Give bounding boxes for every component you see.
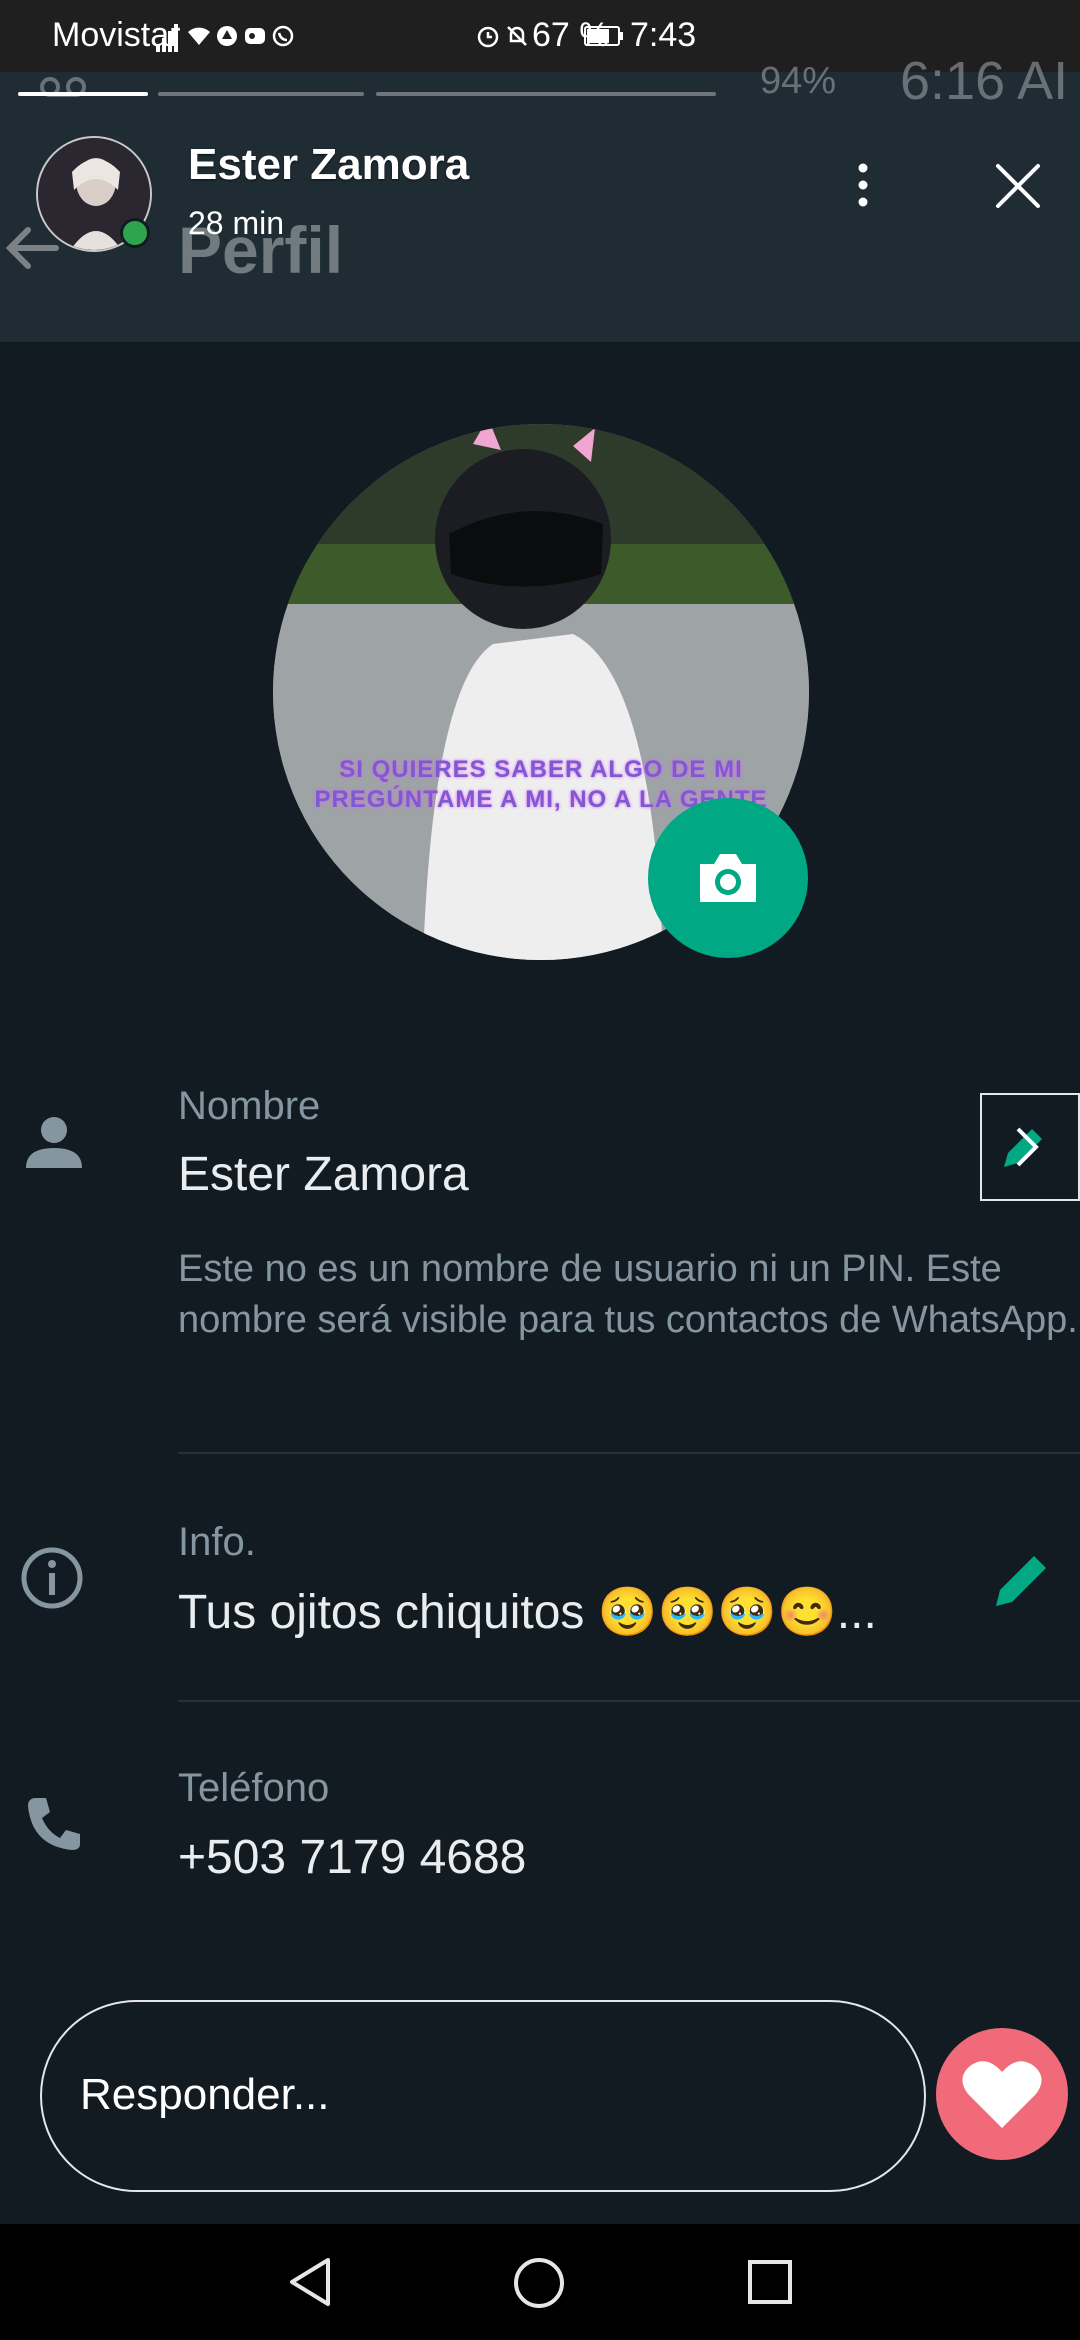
like-button[interactable] [936,2028,1068,2160]
more-options-icon[interactable] [846,160,880,210]
edit-name-button[interactable] [980,1093,1080,1201]
info-value: Tus ojitos chiquitos 🥹🥹🥹😊... [178,1586,877,1639]
mute-icon [507,26,527,46]
alarm-icon [477,26,499,48]
info-icon [21,1547,83,1609]
camera-icon [700,854,756,902]
perfil-header [0,170,1080,342]
story-progress-bar [18,92,1062,98]
name-hint: Este no es un nombre de usuario ni un PI… [178,1248,1078,1341]
battery-icon [584,26,623,46]
reply-placeholder: Responder... [80,2070,330,2119]
name-value: Ester Zamora [178,1148,469,1201]
chevron-right-icon [1016,1127,1039,1167]
phone-icon [28,1798,80,1850]
online-indicator [120,218,150,248]
app-icon [217,26,237,46]
story-contact-name: Ester Zamora [188,140,470,189]
phone-label: Teléfono [178,1766,330,1810]
edit-info-pencil-icon[interactable] [990,1548,1054,1612]
underlying-status-bar: 94% 6:16 AI [0,51,1080,172]
nav-home-icon[interactable] [512,2256,566,2310]
photo-caption-line-1: SI QUIERES SABER ALGO DE MI [339,756,743,783]
nav-back-icon[interactable] [286,2256,334,2308]
heart-icon [962,2061,1042,2128]
change-photo-button[interactable] [648,798,808,958]
wifi-icon [188,27,210,45]
close-icon[interactable] [992,160,1044,212]
phone-value: +503 7179 4688 [178,1831,527,1884]
info-label: Info. [178,1520,256,1564]
underlying-clock: 6:16 AI [900,51,1069,111]
person-icon [26,1117,82,1168]
progress-segment [158,92,364,96]
divider [178,1700,1080,1702]
navigation-bar [0,2224,1080,2340]
clock: 7:43 [630,16,697,54]
progress-segment [376,92,716,96]
whatsapp-icon [272,25,294,47]
progress-segment-active [18,92,148,96]
name-label: Nombre [178,1084,321,1128]
messenger-icon [245,28,265,44]
signal-icon [156,24,178,52]
nav-recents-icon[interactable] [746,2258,794,2306]
divider [178,1452,1080,1454]
story-timestamp: 28 min [188,205,285,241]
